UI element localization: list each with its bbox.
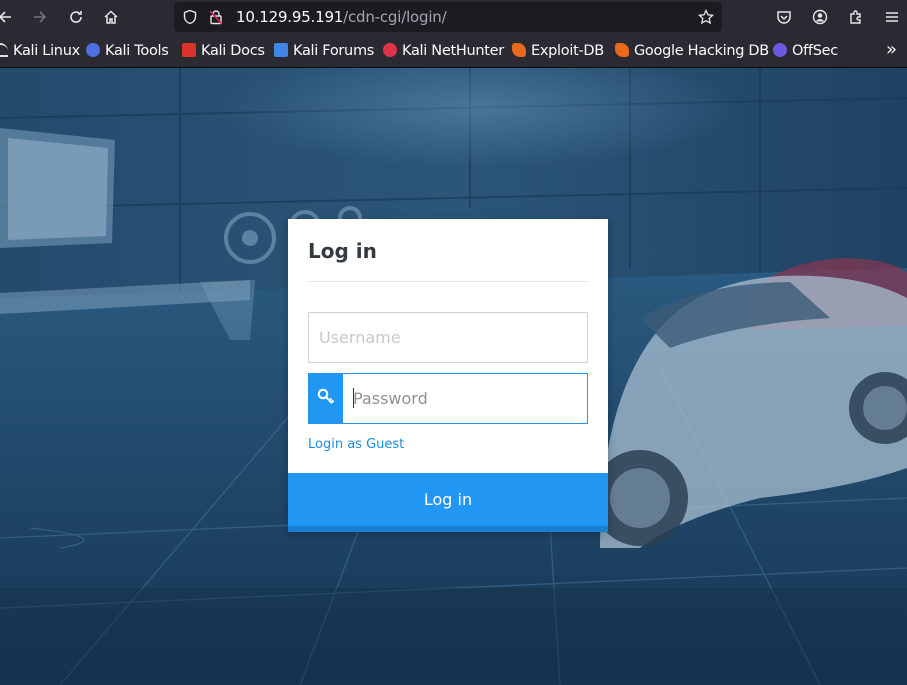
bookmark-exploit-db[interactable]: Exploit-DB (512, 42, 604, 60)
bookmark-kali-nethunter[interactable]: Kali NetHunter (383, 42, 504, 60)
account-icon[interactable] (809, 6, 831, 28)
bookmark-label: Kali Linux (13, 43, 80, 59)
key-icon-box (309, 374, 343, 423)
username-field[interactable] (308, 312, 588, 363)
username-input[interactable] (319, 313, 569, 362)
offsec-icon (773, 43, 787, 57)
bookmark-kali-forums[interactable]: Kali Forums (274, 42, 374, 60)
title-divider (308, 281, 588, 282)
login-title: Log in (308, 239, 377, 263)
bookmark-star-icon[interactable] (698, 9, 714, 25)
bookmark-kali-docs[interactable]: Kali Docs (182, 42, 265, 60)
bookmark-label: OffSec (792, 43, 838, 59)
shield-icon[interactable] (182, 9, 198, 25)
page-content: Log in Login as Guest Log in (0, 68, 907, 685)
kali-docs-icon (182, 43, 196, 57)
pocket-icon[interactable] (773, 6, 795, 28)
reload-icon[interactable] (65, 6, 87, 28)
exploit-db-icon (512, 43, 526, 57)
bookmark-label: Kali NetHunter (402, 43, 504, 59)
browser-toolbar: 10.129.95.191/cdn-cgi/login/ (0, 0, 907, 34)
kali-dragon-icon (0, 43, 8, 57)
bookmark-label: Kali Tools (105, 43, 169, 59)
home-icon[interactable] (100, 6, 122, 28)
url-text[interactable]: 10.129.95.191/cdn-cgi/login/ (236, 8, 447, 26)
login-as-guest-link[interactable]: Login as Guest (308, 437, 404, 452)
bookmarks-toolbar: Kali Linux Kali Tools Kali Docs Kali For… (0, 34, 907, 68)
bookmark-label: Kali Docs (201, 43, 265, 59)
url-path: /cdn-cgi/login/ (343, 8, 447, 26)
login-card: Log in Login as Guest Log in (288, 219, 608, 532)
bookmark-kali-tools[interactable]: Kali Tools (86, 42, 169, 60)
extensions-icon[interactable] (845, 6, 867, 28)
address-bar[interactable]: 10.129.95.191/cdn-cgi/login/ (174, 2, 722, 32)
kali-tools-icon (86, 43, 100, 57)
bookmark-google-hacking-db[interactable]: Google Hacking DB (615, 42, 769, 60)
menu-icon[interactable] (881, 6, 903, 28)
bookmarks-overflow-icon[interactable]: » (886, 41, 897, 59)
insecure-lock-icon[interactable] (208, 9, 224, 25)
bookmark-label: Kali Forums (293, 43, 375, 59)
bookmark-offsec[interactable]: OffSec (773, 42, 838, 60)
bookmark-label: Exploit-DB (531, 43, 604, 59)
bookmark-label: Google Hacking DB (634, 43, 769, 59)
login-button[interactable]: Log in (288, 473, 608, 532)
password-field[interactable] (308, 373, 588, 424)
password-input[interactable] (353, 374, 578, 423)
key-icon (317, 388, 335, 404)
nethunter-icon (383, 43, 397, 57)
url-host: 10.129.95.191 (236, 8, 344, 26)
kali-forums-icon (274, 43, 288, 57)
forward-icon[interactable] (29, 6, 51, 28)
ghdb-icon (615, 43, 629, 57)
back-icon[interactable] (0, 6, 16, 28)
bookmark-kali-linux[interactable]: Kali Linux (0, 42, 80, 60)
